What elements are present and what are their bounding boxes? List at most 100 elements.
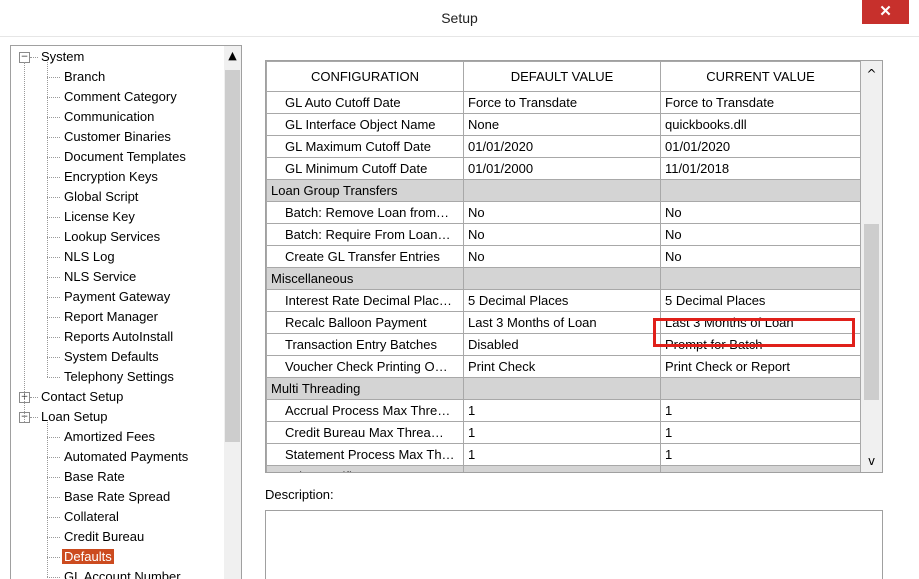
current-value-cell[interactable] bbox=[660, 179, 861, 202]
tree-item[interactable]: Branch bbox=[62, 67, 107, 87]
current-value-cell[interactable]: No bbox=[660, 245, 861, 268]
table-row[interactable]: Accrual Process Max Thre… 1 1 bbox=[266, 399, 861, 422]
current-value-cell[interactable]: quickbooks.dll bbox=[660, 113, 861, 136]
default-value-cell: Disabled bbox=[463, 333, 661, 356]
tree-item-label: Automated Payments bbox=[64, 449, 189, 464]
tree-connector bbox=[47, 357, 60, 358]
tree-item[interactable]: GL Account Number bbox=[62, 567, 183, 579]
tree-item[interactable]: Loan Setup bbox=[39, 407, 110, 427]
header-current-value[interactable]: CURRENT VALUE bbox=[660, 61, 861, 92]
tree-item[interactable]: NLS Log bbox=[62, 247, 117, 267]
tree-item[interactable]: Telephony Settings bbox=[62, 367, 176, 387]
current-value-cell[interactable]: 5 Decimal Places bbox=[660, 289, 861, 312]
tree-item[interactable]: Contact Setup bbox=[39, 387, 125, 407]
tree-item-label: License Key bbox=[64, 209, 135, 224]
current-value-cell[interactable] bbox=[660, 267, 861, 290]
tree-item[interactable]: Automated Payments bbox=[62, 447, 190, 467]
tree-item[interactable]: Comment Category bbox=[62, 87, 179, 107]
table-row[interactable]: Recalc Balloon Payment Last 3 Months of L… bbox=[266, 311, 861, 334]
default-value-cell: Force to Transdate bbox=[463, 91, 661, 114]
tree-item-label: Telephony Settings bbox=[64, 369, 174, 384]
current-value-cell[interactable]: Force to Transdate bbox=[660, 91, 861, 114]
tree-item[interactable]: Collateral bbox=[62, 507, 121, 527]
grid-scroll-thumb[interactable] bbox=[864, 224, 879, 400]
current-value-cell[interactable]: Prompt for Batch bbox=[660, 333, 861, 356]
config-grid[interactable]: CONFIGURATION DEFAULT VALUE CURRENT VALU… bbox=[265, 60, 883, 473]
table-row[interactable]: Create GL Transfer Entries No No bbox=[266, 245, 861, 268]
table-row[interactable]: Voucher Check Printing O… Print Check Prin… bbox=[266, 355, 861, 378]
tree-item-label: Base Rate Spread bbox=[64, 489, 171, 504]
current-value-cell[interactable]: 01/01/2020 bbox=[660, 135, 861, 158]
default-value-cell: 1 bbox=[463, 421, 661, 444]
config-cell: Loan Group Transfers bbox=[266, 179, 464, 202]
tree-connector bbox=[47, 117, 60, 118]
chevron-up-icon[interactable]: ^ bbox=[861, 67, 882, 81]
scroll-up-icon[interactable]: ▲ bbox=[224, 49, 241, 65]
tree-item[interactable]: Lookup Services bbox=[62, 227, 162, 247]
group-row[interactable]: Multi Threading bbox=[266, 377, 861, 400]
tree-item[interactable]: Base Rate Spread bbox=[62, 487, 172, 507]
table-row[interactable]: Credit Bureau Max Threa… 1 1 bbox=[266, 421, 861, 444]
tree-guide bbox=[47, 422, 48, 577]
tree-connector bbox=[47, 517, 60, 518]
current-value-cell[interactable]: 11/01/2018 bbox=[660, 157, 861, 180]
tree-item-label: Payment Gateway bbox=[64, 289, 171, 304]
current-value-cell[interactable] bbox=[660, 465, 861, 472]
config-cell: Multi Threading bbox=[266, 377, 464, 400]
tree-item[interactable]: Report Manager bbox=[62, 307, 160, 327]
table-row[interactable]: GL Auto Cutoff Date Force to Transdate For… bbox=[266, 91, 861, 114]
group-row[interactable]: Oracle Specific bbox=[266, 465, 861, 472]
table-row[interactable]: GL Maximum Cutoff Date 01/01/2020 01/01/20… bbox=[266, 135, 861, 158]
tree-item[interactable]: Communication bbox=[62, 107, 156, 127]
tree-connector bbox=[47, 257, 60, 258]
current-value-cell[interactable]: 1 bbox=[660, 399, 861, 422]
tree-item[interactable]: Defaults bbox=[62, 547, 114, 567]
current-value-cell[interactable]: No bbox=[660, 201, 861, 224]
current-value-cell[interactable]: Print Check or Report bbox=[660, 355, 861, 378]
current-value-cell[interactable]: No bbox=[660, 223, 861, 246]
table-row[interactable]: Batch: Require From Loan… No No bbox=[266, 223, 861, 246]
tree-item[interactable]: Payment Gateway bbox=[62, 287, 172, 307]
table-row[interactable]: Transaction Entry Batches Disabled Prompt … bbox=[266, 333, 861, 356]
setup-tree[interactable]: System − Branch Comment Category Communicati… bbox=[10, 45, 242, 579]
group-row[interactable]: Miscellaneous bbox=[266, 267, 861, 290]
table-row[interactable]: Statement Process Max Th… 1 1 bbox=[266, 443, 861, 466]
header-configuration[interactable]: CONFIGURATION bbox=[266, 61, 464, 92]
tree-item[interactable]: Base Rate bbox=[62, 467, 127, 487]
config-cell: Credit Bureau Max Threa… bbox=[266, 421, 464, 444]
title-bar: Setup ✕ bbox=[0, 0, 919, 37]
close-button[interactable]: ✕ bbox=[862, 0, 909, 24]
current-value-cell[interactable] bbox=[660, 377, 861, 400]
tree-scroll-thumb[interactable] bbox=[225, 70, 240, 442]
grid-scrollbar[interactable]: ^ v bbox=[861, 61, 882, 472]
config-cell: Batch: Remove Loan from… bbox=[266, 201, 464, 224]
current-value-cell[interactable]: 1 bbox=[660, 443, 861, 466]
tree-item[interactable]: System Defaults bbox=[62, 347, 161, 367]
config-cell: Accrual Process Max Thre… bbox=[266, 399, 464, 422]
default-value-cell: 01/01/2020 bbox=[463, 135, 661, 158]
tree-item[interactable]: Encryption Keys bbox=[62, 167, 160, 187]
current-value-cell[interactable]: 1 bbox=[660, 421, 861, 444]
tree-item[interactable]: Amortized Fees bbox=[62, 427, 157, 447]
tree-scrollbar[interactable]: ▲ bbox=[224, 46, 241, 579]
tree-item[interactable]: NLS Service bbox=[62, 267, 138, 287]
group-row[interactable]: Loan Group Transfers bbox=[266, 179, 861, 202]
table-row[interactable]: Batch: Remove Loan from… No No bbox=[266, 201, 861, 224]
tree-item[interactable]: License Key bbox=[62, 207, 137, 227]
tree-connector bbox=[30, 57, 38, 58]
table-row[interactable]: GL Minimum Cutoff Date 01/01/2000 11/01/20… bbox=[266, 157, 861, 180]
tree-item[interactable]: Customer Binaries bbox=[62, 127, 173, 147]
config-cell: Miscellaneous bbox=[266, 267, 464, 290]
tree-item[interactable]: Global Script bbox=[62, 187, 140, 207]
tree-item[interactable]: Reports AutoInstall bbox=[62, 327, 175, 347]
default-value-cell: 1 bbox=[463, 399, 661, 422]
header-default-value[interactable]: DEFAULT VALUE bbox=[463, 61, 661, 92]
chevron-down-icon[interactable]: v bbox=[861, 454, 882, 468]
table-row[interactable]: Interest Rate Decimal Plac… 5 Decimal Pla… bbox=[266, 289, 861, 312]
tree-item[interactable]: Document Templates bbox=[62, 147, 188, 167]
description-box[interactable] bbox=[265, 510, 883, 579]
table-row[interactable]: GL Interface Object Name None quickbooks.d… bbox=[266, 113, 861, 136]
tree-item[interactable]: Credit Bureau bbox=[62, 527, 146, 547]
default-value-cell: 01/01/2000 bbox=[463, 157, 661, 180]
current-value-cell[interactable]: Last 3 Months of Loan bbox=[660, 311, 861, 334]
